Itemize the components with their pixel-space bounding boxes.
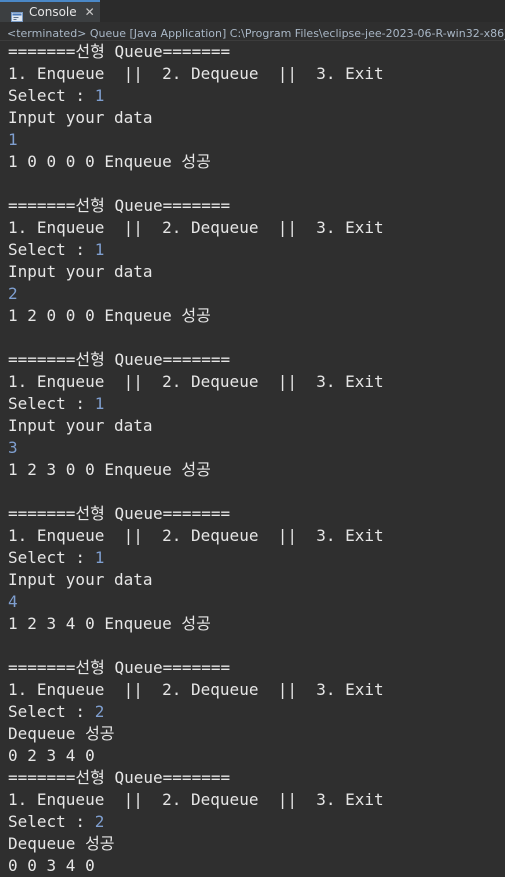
console-user-input: 1: [94, 86, 105, 105]
console-line: Select : 2: [8, 811, 505, 833]
console-line: Input your data: [8, 570, 153, 589]
console-line: 1 2 3 4 0 Enqueue 성공: [8, 614, 211, 633]
console-line: =======선형 Queue=======: [8, 658, 231, 677]
console-user-input: 1: [94, 240, 105, 259]
console-line: 1. Enqueue || 2. Dequeue || 3. Exit: [8, 680, 384, 699]
console-line: Input your data: [8, 416, 153, 435]
console-tab[interactable]: Console ✕: [0, 0, 100, 22]
console-line: Select : 1: [8, 85, 505, 107]
console-line: Input your data: [8, 108, 153, 127]
console-prompt-text: Select :: [8, 702, 95, 721]
console-prompt-text: Select :: [8, 812, 95, 831]
console-line: Select : 1: [8, 393, 505, 415]
console-line: =======선형 Queue=======: [8, 350, 231, 369]
console-line: 1. Enqueue || 2. Dequeue || 3. Exit: [8, 372, 384, 391]
console-user-input: 1: [94, 394, 105, 413]
console-line: 1 0 0 0 0 Enqueue 성공: [8, 152, 211, 171]
console-line: 1 2 0 0 0 Enqueue 성공: [8, 306, 211, 325]
console-user-input: 2: [94, 812, 105, 831]
console-prompt-text: Select :: [8, 394, 95, 413]
console-line: 1. Enqueue || 2. Dequeue || 3. Exit: [8, 790, 384, 809]
console-line: Select : 2: [8, 701, 505, 723]
console-line: =======선형 Queue=======: [8, 196, 231, 215]
console-prompt-text: Select :: [8, 86, 95, 105]
console-line: =======선형 Queue=======: [8, 768, 231, 787]
console-prompt-text: Select :: [8, 548, 95, 567]
console-line: Input your data: [8, 262, 153, 281]
launch-status-text: <terminated> Queue [Java Application] C:…: [7, 27, 505, 40]
console-line: =======선형 Queue=======: [8, 42, 231, 61]
console-user-input: 1: [94, 548, 105, 567]
console-line: 1. Enqueue || 2. Dequeue || 3. Exit: [8, 218, 384, 237]
console-line: 1. Enqueue || 2. Dequeue || 3. Exit: [8, 64, 384, 83]
console-line: 4: [8, 592, 18, 611]
launch-status-line: <terminated> Queue [Java Application] C:…: [0, 22, 505, 41]
close-icon[interactable]: ✕: [85, 5, 95, 19]
console-line: Select : 1: [8, 239, 505, 261]
console-output[interactable]: =======선형 Queue======= 1. Enqueue || 2. D…: [0, 41, 505, 877]
view-tab-bar: Console ✕: [0, 0, 505, 23]
console-icon: [11, 7, 23, 22]
console-line: 1: [8, 130, 18, 149]
console-line: 2: [8, 284, 18, 303]
console-line: =======선형 Queue=======: [8, 504, 231, 523]
console-line: 0 0 3 4 0: [8, 856, 95, 875]
console-line: Dequeue 성공: [8, 834, 115, 853]
console-line: 3: [8, 438, 18, 457]
console-prompt-text: Select :: [8, 240, 95, 259]
console-line: 1 2 3 0 0 Enqueue 성공: [8, 460, 211, 479]
console-line: Select : 1: [8, 547, 505, 569]
console-tab-label: Console: [29, 5, 77, 19]
console-line: 0 2 3 4 0: [8, 746, 95, 765]
console-line: Dequeue 성공: [8, 724, 115, 743]
console-line: 1. Enqueue || 2. Dequeue || 3. Exit: [8, 526, 384, 545]
console-user-input: 2: [94, 702, 105, 721]
